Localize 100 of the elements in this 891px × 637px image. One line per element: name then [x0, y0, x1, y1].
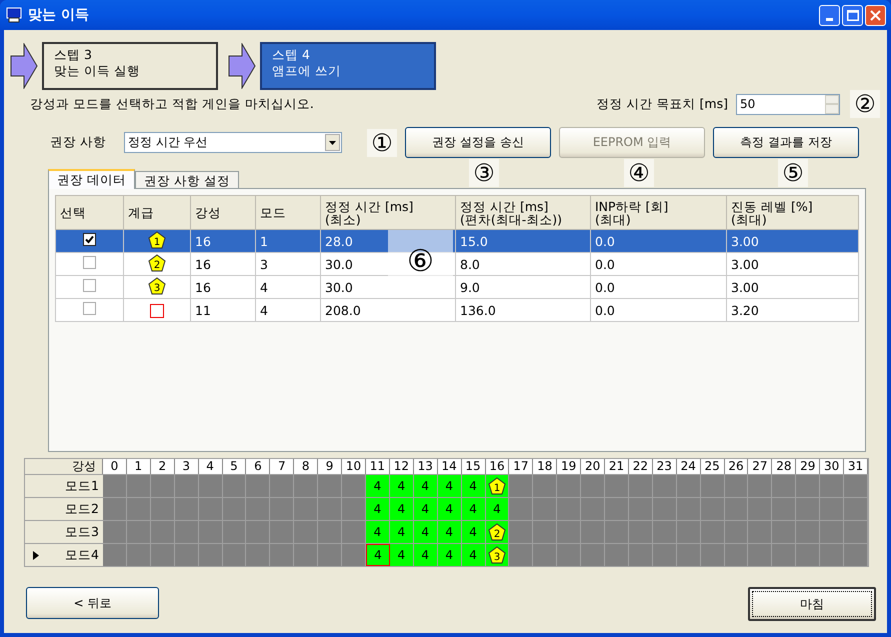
grid-cell[interactable]: 4	[438, 498, 462, 520]
dropdown-arrow-icon[interactable]	[329, 140, 336, 144]
action-button[interactable]: 측정 결과를 저장	[713, 127, 859, 158]
grid-cell[interactable]	[150, 498, 175, 520]
grid-cell[interactable]	[198, 521, 223, 543]
grid-cell[interactable]	[150, 475, 175, 497]
grid-cell[interactable]	[318, 544, 342, 566]
grid-cell[interactable]: 4	[462, 498, 486, 520]
grid-cell[interactable]	[557, 498, 582, 520]
grid-cell[interactable]: 4	[366, 544, 390, 566]
grid-cell[interactable]	[246, 475, 270, 497]
grid-cell[interactable]	[342, 521, 366, 543]
grid-cell[interactable]	[246, 544, 270, 566]
grid-cell[interactable]: 4	[366, 498, 390, 520]
grid-cell[interactable]	[581, 498, 606, 520]
grid-cell[interactable]	[174, 498, 199, 520]
grid-cell[interactable]	[294, 544, 318, 566]
grid-cell[interactable]: 4	[462, 544, 486, 566]
grid-cell[interactable]: 4	[390, 475, 414, 497]
grid-cell[interactable]	[676, 521, 701, 543]
grid-cell[interactable]	[820, 544, 844, 566]
grid-cell[interactable]	[772, 475, 796, 497]
column-header[interactable]: INP하락 [회] (최대)	[590, 196, 726, 230]
grid-cell[interactable]	[700, 544, 725, 566]
row-header[interactable]: 모드4	[25, 544, 103, 566]
row-header[interactable]: 모드2	[25, 498, 103, 520]
grid-cell[interactable]	[724, 544, 748, 566]
grid-cell[interactable]	[605, 544, 629, 566]
grid-cell[interactable]	[509, 475, 534, 497]
finish-button[interactable]: 마침	[748, 587, 876, 621]
grid-cell[interactable]: 4	[414, 498, 438, 520]
grid-cell[interactable]	[605, 521, 629, 543]
grid-cell[interactable]	[103, 521, 127, 543]
grid-cell[interactable]: 4	[462, 475, 486, 497]
grid-cell[interactable]	[700, 521, 725, 543]
grid-cell[interactable]	[533, 498, 558, 520]
grid-cell[interactable]	[222, 498, 246, 520]
grid-cell[interactable]	[724, 498, 748, 520]
grid-cell[interactable]	[103, 475, 127, 497]
grid-cell[interactable]	[342, 544, 366, 566]
grid-cell[interactable]	[509, 521, 534, 543]
grid-cell[interactable]	[246, 521, 270, 543]
grid-cell[interactable]	[174, 544, 199, 566]
grid-cell[interactable]	[103, 544, 127, 566]
grid-cell[interactable]	[294, 498, 318, 520]
grid-cell[interactable]	[605, 498, 629, 520]
grid-cell[interactable]	[652, 544, 677, 566]
column-header[interactable]: 모드	[256, 196, 320, 230]
checkbox[interactable]	[83, 256, 96, 269]
column-header[interactable]: 정정 시간 [ms] (최소)	[320, 196, 456, 230]
grid-cell[interactable]: 4	[390, 521, 414, 543]
grid-cell[interactable]: 4	[462, 521, 486, 543]
back-button[interactable]: < 뒤로	[26, 587, 159, 619]
grid-cell[interactable]: 4	[438, 544, 462, 566]
grid-cell[interactable]	[820, 498, 844, 520]
column-header[interactable]: 진동 레벨 [%] (최대)	[726, 196, 858, 230]
grid-cell[interactable]: 4	[390, 544, 414, 566]
grid-cell[interactable]	[318, 498, 342, 520]
checkbox[interactable]	[83, 233, 96, 246]
grid-cell[interactable]: 4	[390, 498, 414, 520]
grid-cell[interactable]	[844, 498, 868, 520]
grid-cell[interactable]	[126, 521, 151, 543]
grid-cell[interactable]	[533, 521, 558, 543]
grid-cell[interactable]	[126, 498, 151, 520]
grid-cell[interactable]	[270, 521, 294, 543]
grid-cell[interactable]	[700, 498, 725, 520]
column-header[interactable]: 강성	[190, 196, 256, 230]
grid-cell[interactable]	[533, 475, 558, 497]
grid-cell[interactable]	[294, 475, 318, 497]
grid-cell[interactable]: 4	[414, 544, 438, 566]
grid-cell[interactable]	[724, 475, 748, 497]
grid-cell[interactable]	[342, 498, 366, 520]
minimize-button[interactable]	[819, 4, 840, 26]
grid-cell[interactable]	[222, 521, 246, 543]
grid-cell[interactable]	[126, 544, 151, 566]
grid-cell[interactable]	[270, 475, 294, 497]
grid-cell[interactable]	[844, 475, 868, 497]
grid-cell[interactable]: 4	[366, 475, 390, 497]
grid-cell[interactable]	[628, 475, 653, 497]
column-header[interactable]: 계급	[124, 196, 190, 230]
grid-cell[interactable]	[150, 544, 175, 566]
grid-cell[interactable]	[222, 475, 246, 497]
grid-cell[interactable]	[772, 498, 796, 520]
grid-cell[interactable]	[796, 544, 820, 566]
grid-cell[interactable]	[342, 475, 366, 497]
grid-cell[interactable]	[198, 498, 223, 520]
grid-cell[interactable]	[318, 475, 342, 497]
row-header[interactable]: 모드3	[25, 521, 103, 543]
grid-cell[interactable]	[150, 521, 175, 543]
grid-cell[interactable]	[724, 521, 748, 543]
grid-cell[interactable]: 4	[438, 475, 462, 497]
grid-cell[interactable]	[581, 521, 606, 543]
grid-cell[interactable]	[581, 544, 606, 566]
grid-cell[interactable]: 4	[414, 475, 438, 497]
grid-cell[interactable]	[676, 498, 701, 520]
grid-cell[interactable]	[652, 498, 677, 520]
grid-cell[interactable]	[700, 475, 725, 497]
tab[interactable]: 권장 데이터	[48, 169, 135, 189]
grid-cell[interactable]	[628, 498, 653, 520]
column-header[interactable]: 정정 시간 [ms] (편차(최대-최소))	[456, 196, 590, 230]
